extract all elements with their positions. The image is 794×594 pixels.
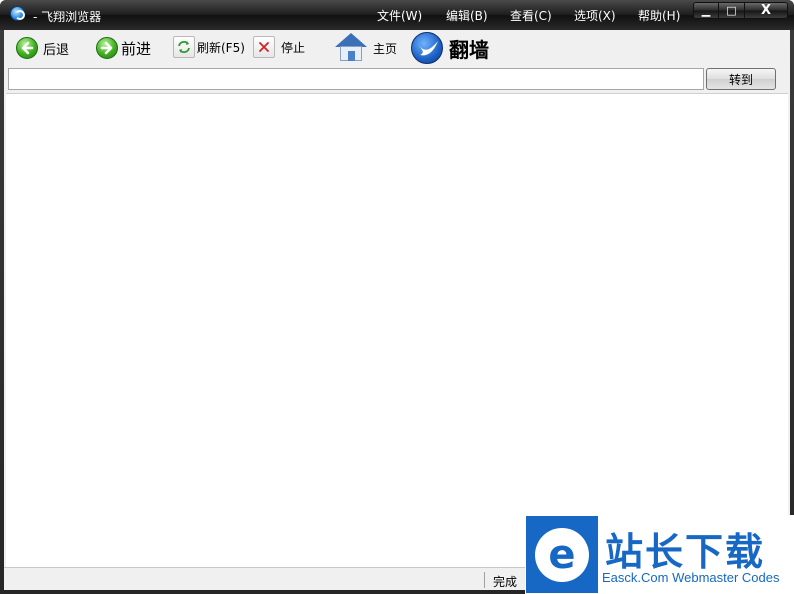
watermark-logo-icon: e [526,516,598,593]
stop-label: 停止 [281,40,306,55]
client-area: 后退 前进 刷新(F5) 停止 主页 翻墙 转到 完成 [4,30,790,590]
watermark-title: 站长下载 [605,530,766,574]
browser-window: - 飞翔浏览器 文件(W) 编辑(B) 查看(C) 选项(X) 帮助(H) ▁ … [0,0,794,594]
refresh-label: 刷新(F5) [197,40,245,55]
menu-options[interactable]: 选项(X) [574,7,616,24]
address-input[interactable] [9,69,703,89]
stop-button[interactable]: 停止 [253,36,305,58]
forward-label: 前进 [121,39,152,58]
home-icon [334,33,368,63]
web-content-area[interactable] [6,93,788,567]
home-label: 主页 [373,41,398,56]
home-button[interactable]: 主页 [334,33,397,63]
browser-logo-icon [10,6,25,21]
window-title: - 飞翔浏览器 [33,10,102,24]
fanqiang-button[interactable]: 翻墙 [411,32,489,64]
forward-button[interactable]: 前进 [96,37,151,59]
refresh-button[interactable]: 刷新(F5) [173,36,245,58]
address-bar[interactable] [8,68,704,90]
title-bar[interactable]: - 飞翔浏览器 文件(W) 编辑(B) 查看(C) 选项(X) 帮助(H) ▁ … [0,0,794,30]
toolbar: 后退 前进 刷新(F5) 停止 主页 翻墙 [4,30,790,66]
back-button[interactable]: 后退 [16,37,69,59]
go-button[interactable]: 转到 [706,68,776,90]
close-button[interactable]: X [745,2,788,19]
minimize-button[interactable]: ▁ [693,2,719,19]
menu-edit[interactable]: 编辑(B) [446,7,488,24]
status-text: 完成 [493,575,518,589]
window-controls: ▁ □ X [693,2,788,19]
menu-help[interactable]: 帮助(H) [638,7,680,24]
stop-icon [253,36,275,58]
menu-view[interactable]: 查看(C) [510,7,552,24]
fanqiang-bird-icon [411,32,443,64]
menu-file[interactable]: 文件(W) [377,7,422,24]
refresh-icon [173,36,195,58]
forward-arrow-icon [96,37,118,59]
back-arrow-icon [16,37,38,59]
watermark: e 站长下载 Easck.Com Webmaster Codes [525,515,794,594]
status-separator [484,572,485,588]
fanqiang-label: 翻墙 [449,37,489,62]
back-label: 后退 [43,42,70,58]
maximize-button[interactable]: □ [719,2,745,19]
watermark-subtitle: Easck.Com Webmaster Codes [602,570,780,585]
